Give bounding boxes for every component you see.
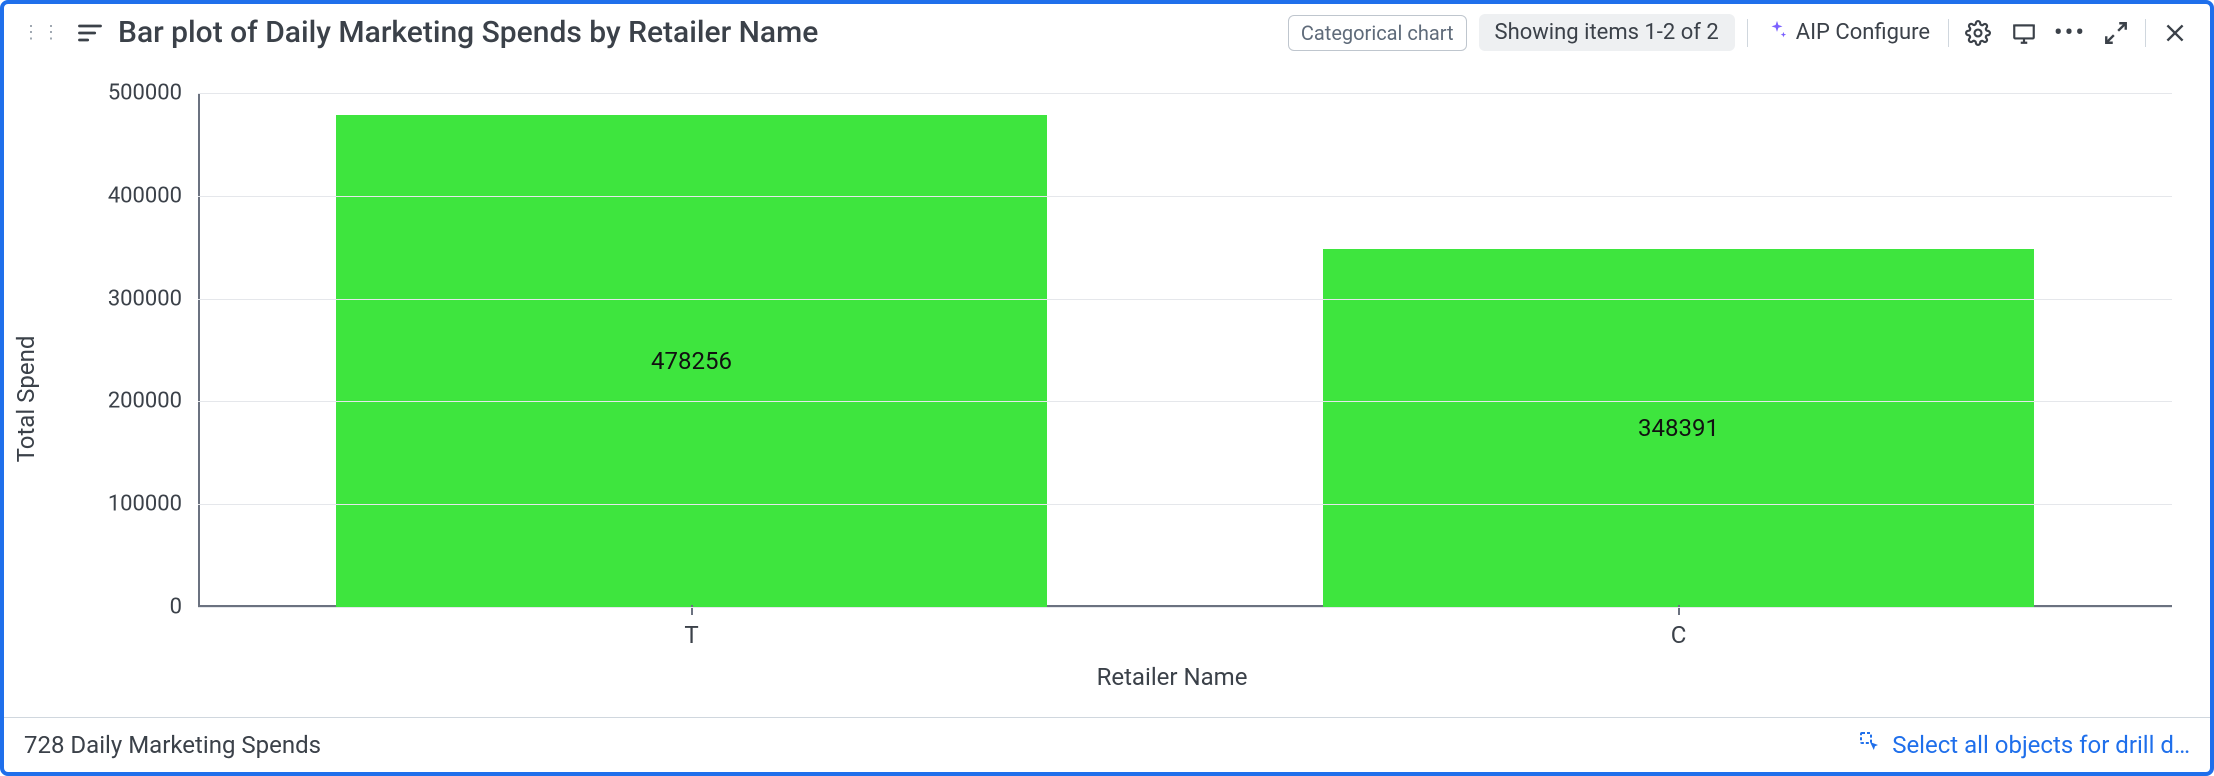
gridline	[198, 504, 2172, 505]
x-axis-label: Retailer Name	[172, 653, 2172, 707]
ellipsis-icon: •••	[2054, 20, 2086, 46]
close-button[interactable]	[2158, 16, 2192, 50]
cursor-select-icon	[1858, 730, 1882, 760]
sparkle-icon	[1766, 19, 1788, 47]
panel-header: ⋮⋮ Bar plot of Daily Marketing Spends by…	[4, 4, 2210, 61]
divider	[1747, 19, 1748, 47]
x-category-labels: TC	[198, 621, 2172, 649]
gridline	[198, 196, 2172, 197]
aip-configure-button[interactable]: AIP Configure	[1760, 15, 1936, 51]
gridline	[198, 401, 2172, 402]
divider	[2145, 19, 2146, 47]
chart-type-chip[interactable]: Categorical chart	[1288, 15, 1467, 51]
y-tick-label: 500000	[62, 81, 182, 106]
plot-region: 478256348391 TC Retailer Name 0100000200…	[172, 93, 2172, 607]
settings-button[interactable]	[1961, 16, 1995, 50]
bars-container: 478256 348391	[198, 93, 2172, 607]
bar-chart-icon	[76, 19, 104, 47]
bar-value-label: 478256	[651, 347, 732, 375]
panel-title: Bar plot of Daily Marketing Spends by Re…	[118, 15, 818, 50]
y-tick-label: 400000	[62, 183, 182, 208]
present-button[interactable]	[2007, 16, 2041, 50]
gridline	[198, 607, 2172, 608]
y-axis-label: Total Spend	[12, 336, 40, 463]
x-category-label: T	[198, 621, 1185, 649]
bar[interactable]: 478256	[336, 115, 1047, 607]
aip-configure-label: AIP Configure	[1796, 20, 1930, 45]
divider	[1948, 19, 1949, 47]
y-tick-label: 300000	[62, 286, 182, 311]
bar-column: 478256	[198, 93, 1185, 607]
y-tick-label: 0	[62, 595, 182, 620]
panel-footer: 728 Daily Marketing Spends Select all ob…	[4, 717, 2210, 772]
drill-down-link[interactable]: Select all objects for drill d…	[1858, 730, 2190, 760]
bar-column: 348391	[1185, 93, 2172, 607]
items-shown-pill[interactable]: Showing items 1-2 of 2	[1479, 14, 1735, 51]
drill-down-label: Select all objects for drill d…	[1892, 731, 2190, 759]
bar-value-label: 348391	[1638, 414, 1719, 442]
footer-status: 728 Daily Marketing Spends	[24, 731, 321, 759]
chart-area: Total Spend 478256 348391 TC Retailer Nam…	[4, 61, 2210, 717]
expand-button[interactable]	[2099, 16, 2133, 50]
y-tick-label: 200000	[62, 389, 182, 414]
y-tick-label: 100000	[62, 492, 182, 517]
drag-handle-icon[interactable]: ⋮⋮	[22, 24, 62, 42]
more-button[interactable]: •••	[2053, 16, 2087, 50]
gridline	[198, 93, 2172, 94]
x-category-label: C	[1185, 621, 2172, 649]
gridline	[198, 299, 2172, 300]
chart-panel: ⋮⋮ Bar plot of Daily Marketing Spends by…	[0, 0, 2214, 776]
bar[interactable]: 348391	[1323, 249, 2034, 607]
